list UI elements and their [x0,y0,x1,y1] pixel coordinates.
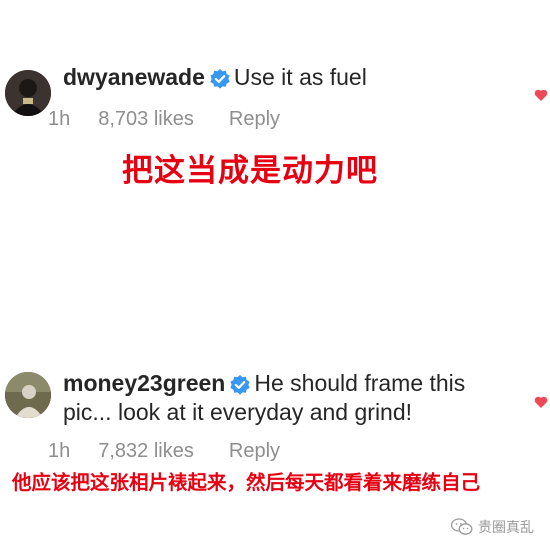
comment-text: He should frame this [254,370,466,396]
reply-button[interactable]: Reply [229,440,280,462]
watermark: 贵圈真乱 [451,517,534,537]
verified-badge-icon [230,374,250,395]
comment-translation: 他应该把这张相片裱起来，然后每天都看着来磨练自己 [12,471,481,494]
username[interactable]: money23green [63,370,225,396]
comment-money23green: money23green He should frame this pic...… [0,0,550,547]
comment-time: 1h [48,440,71,462]
comment-meta: 1h 7,832 likes Reply [48,440,308,463]
wechat-logo-icon [451,518,473,535]
heart-icon[interactable] [534,395,548,409]
watermark-text: 贵圈真乱 [478,520,534,536]
likes-count[interactable]: 7,832 likes [98,440,194,462]
avatar[interactable] [5,372,51,418]
comment-text-continued: pic... look at it everyday and grind! [63,399,413,425]
